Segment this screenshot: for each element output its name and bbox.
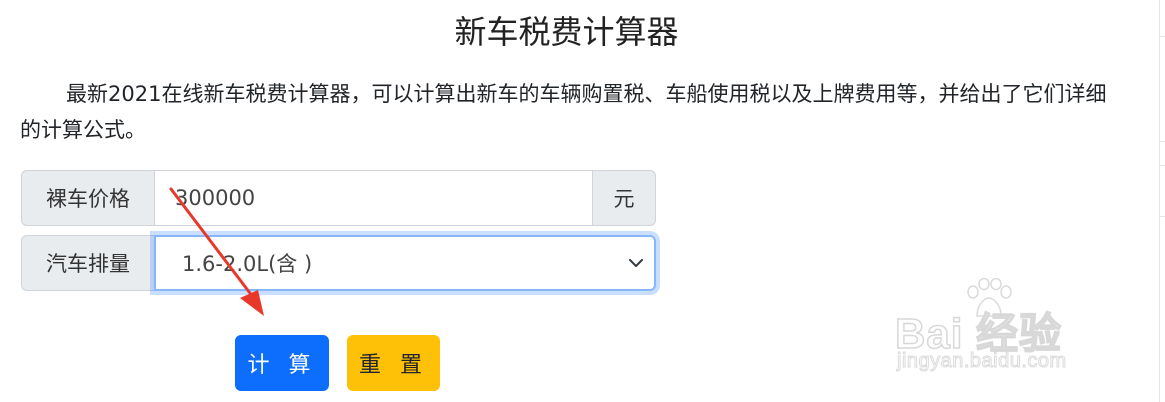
displacement-selected-value: 1.6-2.0L(含 ) bbox=[182, 252, 313, 276]
chevron-down-icon bbox=[629, 259, 643, 267]
price-row: 裸车价格 元 bbox=[21, 170, 656, 226]
price-input[interactable] bbox=[154, 170, 593, 226]
right-edge-box bbox=[1159, 36, 1165, 142]
price-label: 裸车价格 bbox=[21, 170, 154, 226]
watermark-url-text: jingyan.baidu.com bbox=[897, 350, 1067, 373]
baidu-watermark: Bai 经验 jingyan.baidu.com bbox=[894, 278, 1110, 378]
reset-button[interactable]: 重 置 bbox=[347, 335, 440, 391]
page-title: 新车税费计算器 bbox=[454, 13, 679, 51]
displacement-row: 汽车排量 1.6-2.0L(含 ) bbox=[21, 235, 656, 291]
calculate-button[interactable]: 计 算 bbox=[235, 335, 329, 391]
displacement-label: 汽车排量 bbox=[21, 235, 154, 291]
displacement-select[interactable]: 1.6-2.0L(含 ) bbox=[154, 235, 656, 291]
price-unit: 元 bbox=[593, 170, 656, 226]
intro-paragraph: 最新2021在线新车税费计算器，可以计算出新车的车辆购置税、车船使用税以及上牌费… bbox=[20, 82, 1107, 142]
right-edge-box-lower bbox=[1159, 165, 1165, 217]
